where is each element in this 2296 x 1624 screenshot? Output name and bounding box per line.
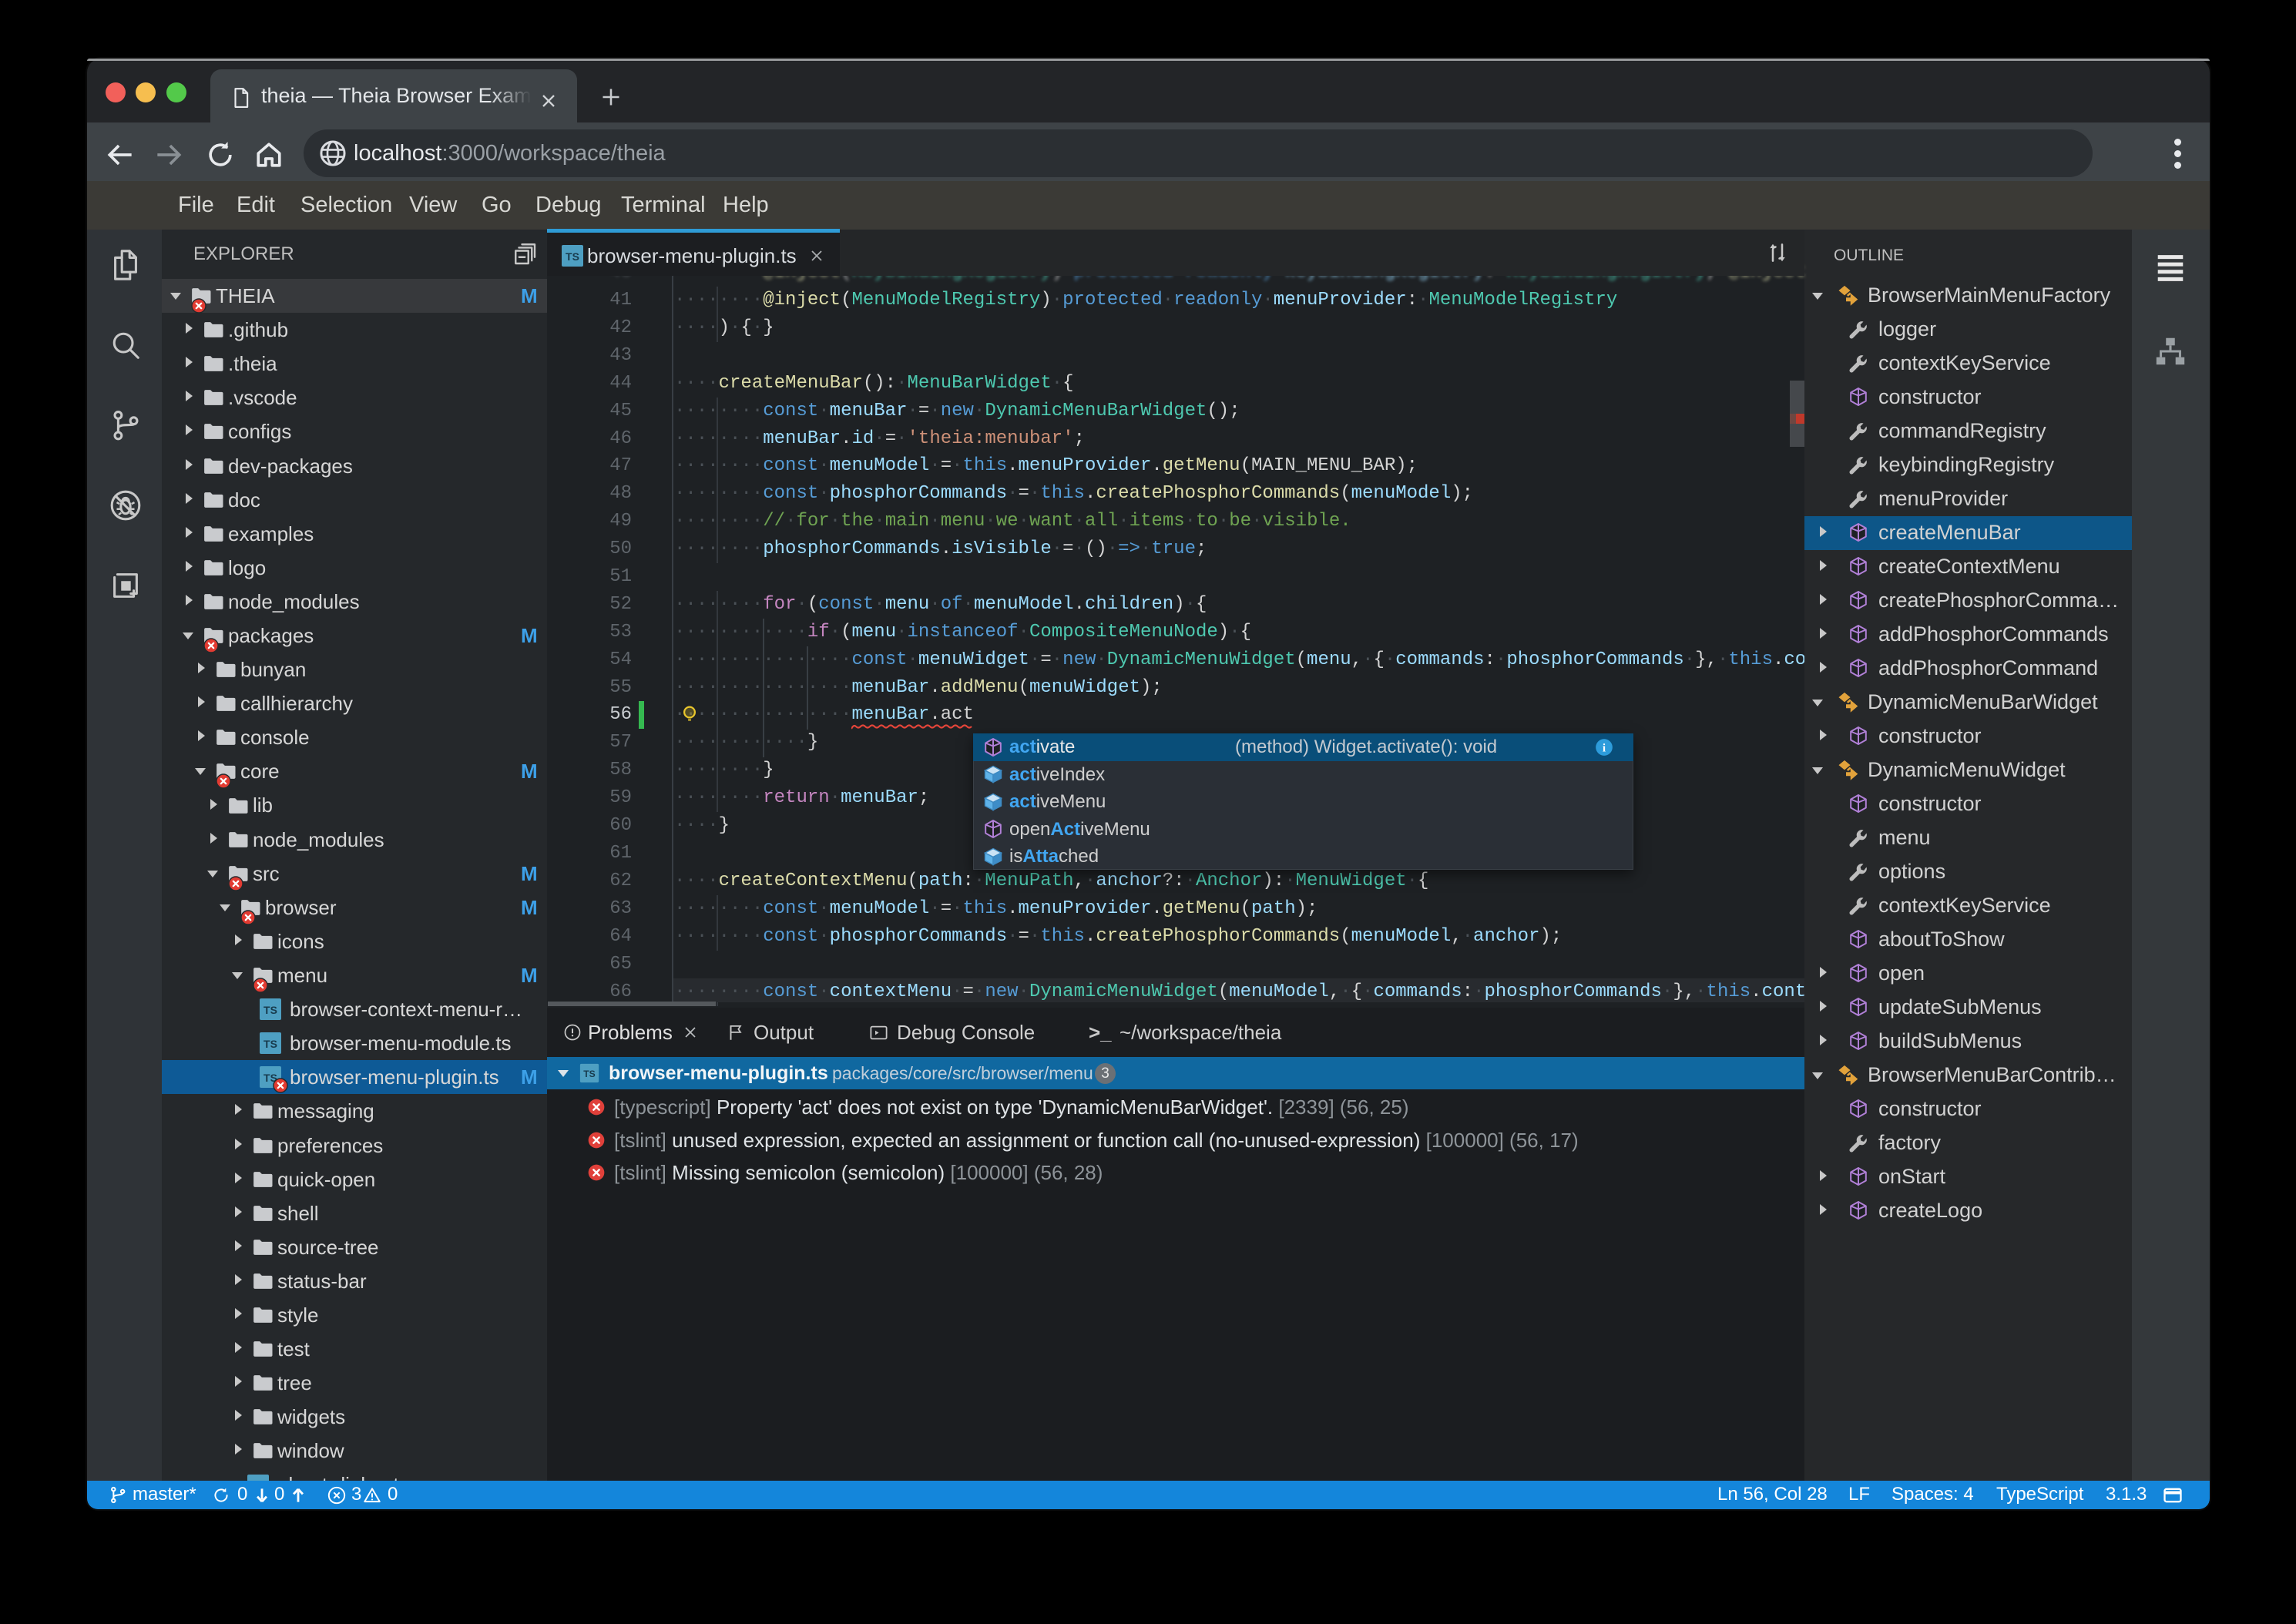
svg-text:i: i bbox=[1603, 741, 1606, 754]
svg-text:TS: TS bbox=[264, 1038, 277, 1050]
svg-text:TS: TS bbox=[583, 1069, 596, 1079]
svg-text:TS: TS bbox=[566, 250, 579, 263]
svg-text:TS: TS bbox=[264, 1004, 277, 1016]
